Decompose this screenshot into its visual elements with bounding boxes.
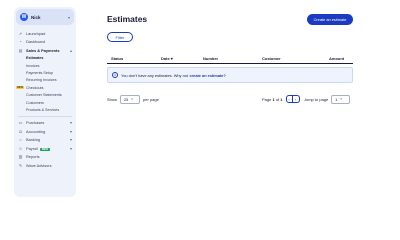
page-total: 1 [280, 96, 283, 102]
payroll-label: Payroll [26, 145, 38, 151]
sidebar-item-label: Reports [26, 154, 40, 160]
chevron-down-icon: ▾ [340, 97, 342, 101]
jump-to-page-control: Jump to page 1 ▾ [304, 94, 351, 104]
sidebar-item-label: Accounting [26, 128, 46, 134]
sidebar-item-label: Wave Advisors [26, 162, 52, 168]
sidebar-subitem-invoices[interactable]: Invoices [14, 62, 76, 69]
sidebar-item-banking[interactable]: ⌂ Banking ▾ [14, 136, 76, 145]
sidebar-item-label: Dashboard [26, 39, 46, 45]
sidebar-item-launchpad[interactable]: ➚ Launchpad [14, 29, 76, 38]
column-number[interactable]: Number [203, 56, 218, 61]
sidebar-item-payroll[interactable]: ☺ Payroll NEW ▾ [14, 144, 76, 153]
business-switcher[interactable]: W Nick ▾ [16, 9, 74, 25]
per-page-control: Show 25 ▾ per page [107, 94, 159, 104]
empty-state-banner: i You don't have any estimates. Why not … [107, 67, 353, 83]
sidebar-subitem-label: Payments Setup [26, 70, 54, 75]
page-indicator: Page 1 of 1 ‹ › [262, 94, 300, 104]
sidebar-subitem-products-services[interactable]: Products & Services [14, 106, 76, 113]
chevron-down-icon: ▾ [131, 97, 133, 101]
sidebar-item-label: Launchpad [26, 30, 46, 36]
page-of: of [275, 96, 280, 102]
column-status[interactable]: Status [111, 56, 123, 61]
page-label: Page [262, 96, 272, 102]
chevron-down-icon: ▾ [69, 120, 72, 126]
jump-to-page-select[interactable]: 1 ▾ [331, 94, 351, 104]
per-page-select[interactable]: 25 ▾ [120, 94, 141, 104]
page-title: Estimates [107, 14, 148, 24]
wave-logo-icon: W [20, 13, 28, 21]
sidebar-item-sales-payments[interactable]: ▤ Sales & Payments ▴ [14, 46, 76, 55]
sidebar-subitem-recurring-invoices[interactable]: Recurring Invoices [14, 77, 76, 84]
column-amount[interactable]: Amount [329, 56, 344, 61]
sidebar-subitem-label: Products & Services [26, 107, 60, 112]
sidebar-item-label: Purchases [26, 120, 45, 126]
sidebar-item-label: Banking [26, 137, 41, 143]
new-badge: NEW [39, 147, 50, 151]
create-estimate-link[interactable]: create an estimate? [190, 73, 226, 78]
bank-icon: ⌂ [19, 137, 22, 143]
column-customer[interactable]: Customer [262, 56, 281, 61]
purchases-icon: ▭ [18, 120, 23, 126]
sidebar-item-label: Payroll NEW [26, 146, 70, 151]
accounting-icon: ⚖ [18, 128, 23, 134]
page-current: 1 [272, 96, 275, 102]
filter-button[interactable]: Filter [107, 32, 133, 42]
sidebar: W Nick ▾ ➚ Launchpad ◔ Dashboard ▤ Sales… [14, 7, 76, 197]
sidebar-subitem-customers[interactable]: Customers [14, 99, 76, 106]
sidebar-subitem-payments-setup[interactable]: Payments Setup [14, 69, 76, 76]
profile-name: Nick [31, 14, 41, 20]
sidebar-subitem-estimates[interactable]: Estimates [14, 55, 76, 62]
jump-value: 1 [335, 96, 338, 102]
sidebar-subitem-label: Customer Statements [26, 93, 62, 98]
sidebar-item-accounting[interactable]: ⚖ Accounting ▾ [14, 127, 76, 136]
table-header: Status Date ▾ Number Customer Amount [107, 54, 353, 64]
per-page-value: 25 [124, 96, 129, 102]
sidebar-item-label: Sales & Payments [26, 47, 60, 53]
sidebar-item-purchases[interactable]: ▭ Purchases ▾ [14, 119, 76, 128]
empty-state-text: You don't have any estimates. Why not [121, 72, 188, 78]
sidebar-item-reports[interactable]: ▥ Reports [14, 153, 76, 162]
column-date-label: Date [161, 56, 170, 61]
sidebar-subitem-label: Checkouts [26, 85, 44, 90]
sidebar-subitem-checkouts[interactable]: NEW Checkouts [14, 84, 76, 91]
info-icon: i [112, 72, 118, 78]
sidebar-subitem-label: Customers [26, 100, 44, 105]
sidebar-item-dashboard[interactable]: ◔ Dashboard [14, 38, 76, 47]
payroll-icon: ☺ [18, 145, 23, 151]
sort-desc-icon: ▾ [170, 56, 173, 61]
sidebar-subitem-label: Invoices [26, 63, 40, 68]
column-date[interactable]: Date ▾ [161, 56, 173, 61]
chevron-up-icon: ▴ [69, 47, 72, 53]
sidebar-subitem-label: Estimates [26, 56, 44, 61]
sidebar-item-wave-advisors[interactable]: ✎ Wave Advisors [14, 161, 76, 170]
prev-page-button[interactable]: ‹ [285, 95, 293, 103]
sidebar-subitem-label: Recurring Invoices [26, 78, 57, 83]
new-tag: NEW [16, 86, 25, 90]
jump-label: Jump to page [304, 96, 329, 102]
chevron-down-icon: ▾ [69, 145, 72, 151]
chevron-down-icon: ▾ [67, 14, 70, 20]
rocket-icon: ➚ [18, 30, 23, 36]
sidebar-divider [18, 115, 72, 117]
advisors-icon: ✎ [18, 162, 23, 168]
chevron-down-icon: ▾ [69, 137, 72, 143]
dashboard-icon: ◔ [19, 39, 22, 45]
pagination-bar: Show 25 ▾ per page Page 1 of 1 ‹ › Jump … [107, 94, 353, 106]
reports-icon: ▥ [18, 154, 23, 160]
per-page-label: per page [143, 96, 159, 102]
chevron-down-icon: ▾ [69, 128, 72, 134]
sidebar-subitem-customer-statements[interactable]: Customer Statements [14, 91, 76, 98]
main-content: Estimates Create an estimate Filter Stat… [107, 0, 353, 200]
page-nav: ‹ › [285, 95, 300, 103]
sales-icon: ▤ [18, 47, 23, 53]
next-page-button[interactable]: › [292, 95, 300, 103]
create-estimate-button[interactable]: Create an estimate [307, 14, 353, 25]
show-label: Show [107, 96, 118, 102]
